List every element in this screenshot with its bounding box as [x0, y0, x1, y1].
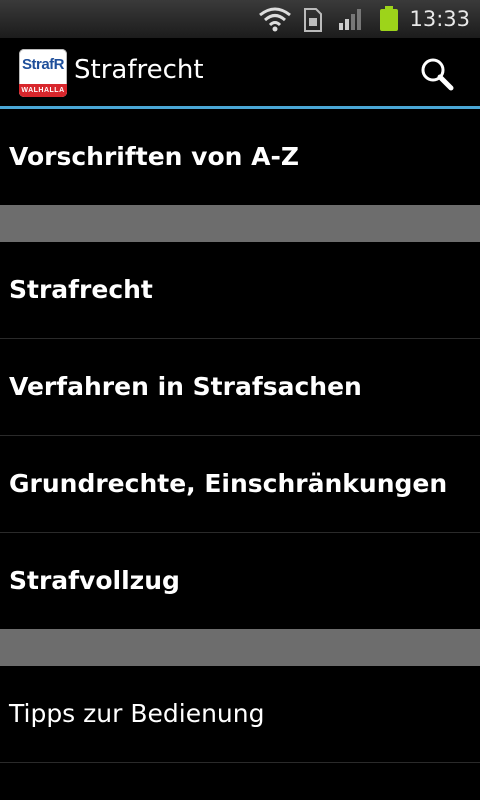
sim-card-icon — [304, 8, 322, 36]
app-title: Strafrecht — [74, 55, 204, 85]
list-item-label: Verfahren in Strafsachen — [9, 372, 362, 401]
list-item-label: Strafrecht — [9, 275, 153, 304]
list-item-label: Vorschriften von A-Z — [9, 142, 299, 171]
list-item-tipps[interactable]: Tipps zur Bedienung — [0, 666, 480, 763]
battery-icon — [378, 6, 400, 36]
action-bar: StrafR WALHALLA Strafrecht — [0, 38, 480, 109]
list-item-strafvollzug[interactable]: Strafvollzug — [0, 533, 480, 629]
list-item-strafrecht[interactable]: Strafrecht — [0, 242, 480, 339]
logo-band: WALHALLA — [19, 84, 67, 97]
section-separator — [0, 629, 480, 666]
signal-icon — [338, 8, 364, 34]
section-separator — [0, 205, 480, 242]
list-item-label: Grundrechte, Einschränkungen — [9, 469, 448, 498]
wifi-icon — [258, 6, 292, 36]
list-item-az[interactable]: Vorschriften von A-Z — [0, 109, 480, 205]
list-item-label: Tipps zur Bedienung — [9, 699, 265, 728]
status-bar: 13:33 — [0, 0, 480, 38]
app-logo[interactable]: StrafR WALHALLA — [19, 49, 67, 97]
list-item-grundrechte[interactable]: Grundrechte, Einschränkungen — [0, 436, 480, 533]
search-icon — [421, 58, 454, 91]
status-time: 13:33 — [409, 7, 470, 31]
main-list: Vorschriften von A-Z Strafrecht Verfahre… — [0, 109, 480, 763]
search-button[interactable] — [408, 48, 464, 98]
logo-text: StrafR — [21, 56, 65, 73]
list-item-verfahren[interactable]: Verfahren in Strafsachen — [0, 339, 480, 436]
list-item-label: Strafvollzug — [9, 566, 180, 595]
